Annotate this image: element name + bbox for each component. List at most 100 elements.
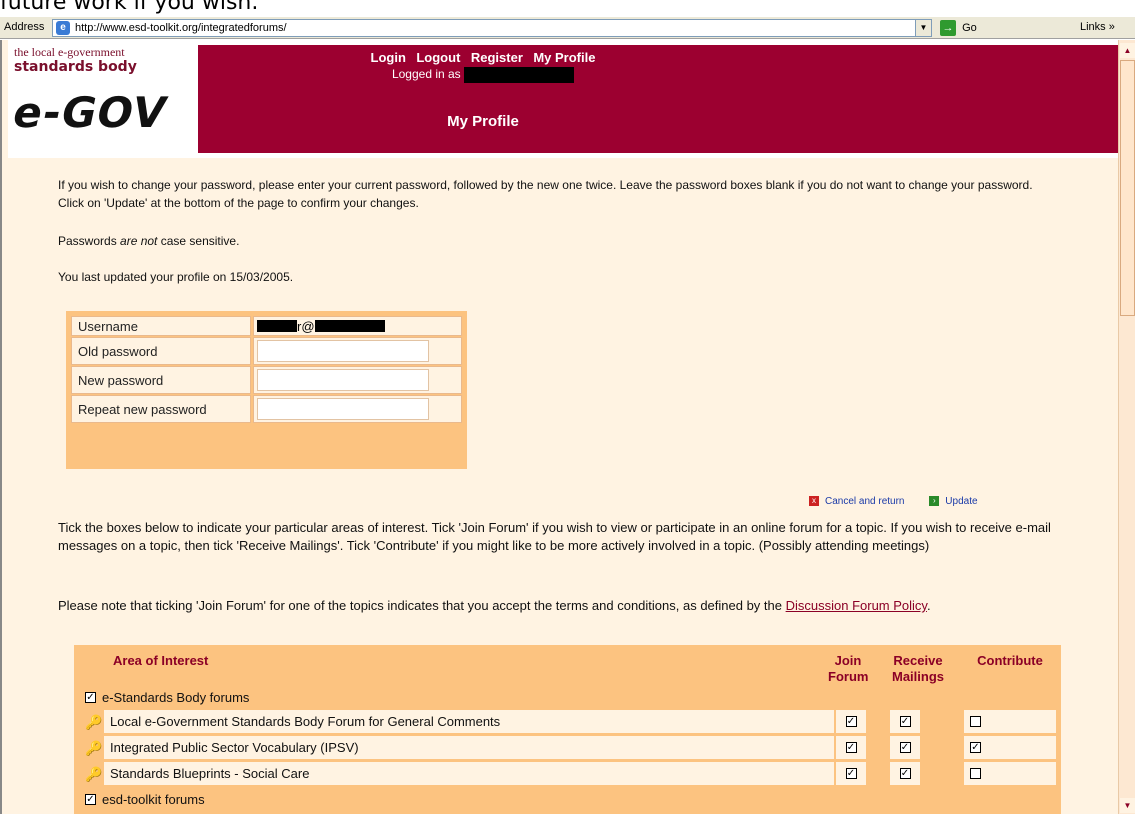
- contribute-checkbox[interactable]: [970, 716, 981, 727]
- join-forum-cell: ✓: [836, 736, 866, 759]
- group-label: e-Standards Body forums: [102, 689, 250, 705]
- case-prefix: Passwords: [58, 234, 121, 248]
- join-forum-checkbox[interactable]: ✓: [845, 742, 857, 753]
- old-password-row: Old password: [71, 337, 462, 365]
- logo-subtitle: standards body: [14, 59, 137, 75]
- old-password-field[interactable]: [257, 340, 429, 362]
- join-forum-cell: ✓: [836, 710, 866, 733]
- register-link[interactable]: Register: [471, 50, 523, 65]
- interest-label: Standards Blueprints - Social Care: [104, 762, 834, 785]
- username-label: Username: [71, 316, 251, 336]
- interest-row: 🔑 Local e-Government Standards Body Foru…: [74, 709, 1061, 734]
- go-button[interactable]: → Go: [940, 20, 977, 36]
- case-suffix: case sensitive.: [157, 234, 240, 248]
- col-receive-mailings: Receive Mailings: [886, 653, 950, 685]
- go-label: Go: [962, 22, 977, 34]
- group-row-e-standards: ✓ e-Standards Body forums: [74, 685, 1061, 709]
- site-logo[interactable]: the local e-government standards body e-…: [8, 40, 203, 158]
- header-nav: Login Logout Register My Profile: [198, 49, 768, 67]
- join-forum-checkbox[interactable]: ✓: [845, 768, 857, 779]
- vertical-scrollbar[interactable]: ▲ ▼: [1118, 40, 1135, 814]
- key-icon: 🔑: [85, 766, 103, 782]
- logged-in-label: Logged in as: [391, 67, 461, 82]
- old-password-label: Old password: [71, 337, 251, 365]
- group-checkbox[interactable]: ✓: [85, 793, 96, 805]
- username-at: r@: [297, 318, 315, 334]
- receive-mailings-checkbox[interactable]: ✓: [899, 716, 911, 727]
- scroll-up-icon[interactable]: ▲: [1120, 43, 1135, 58]
- new-password-row: New password: [71, 366, 462, 394]
- update-icon: ›: [929, 496, 940, 506]
- form-actions: x Cancel and return › Update: [809, 495, 1000, 507]
- go-arrow-icon: →: [940, 20, 956, 36]
- page-title: My Profile: [447, 113, 519, 130]
- case-emphasis: are not: [120, 234, 158, 248]
- logo-tagline: the local e-government: [14, 45, 125, 59]
- col-join-forum-line1: Join: [834, 653, 862, 668]
- col-join-forum-line2: Forum: [828, 669, 869, 684]
- links-button[interactable]: Links »: [1080, 21, 1115, 33]
- receive-mailings-checkbox[interactable]: ✓: [899, 768, 911, 779]
- logged-in-status: Logged in as: [198, 67, 768, 83]
- username-row: Username r@: [71, 316, 462, 336]
- receive-mailings-cell: ✓: [890, 762, 920, 785]
- redacted-box: [314, 320, 385, 332]
- address-url: http://www.esd-toolkit.org/integratedfor…: [75, 22, 287, 34]
- join-forum-checkbox[interactable]: ✓: [845, 716, 857, 727]
- chevron-down-icon[interactable]: ▼: [915, 20, 931, 36]
- contribute-cell: ✓: [964, 736, 1056, 759]
- case-note: Passwords are not case sensitive.: [58, 232, 239, 250]
- interest-label: Integrated Public Sector Vocabulary (IPS…: [104, 736, 834, 759]
- scroll-thumb[interactable]: [1120, 60, 1135, 316]
- tick-instructions-text: Tick the boxes below to indicate your pa…: [58, 520, 1051, 553]
- login-link[interactable]: Login: [371, 50, 406, 65]
- cancel-icon: x: [809, 496, 819, 506]
- logo-wordmark: e-GOV: [8, 88, 172, 137]
- col-receive-line2: Mailings: [891, 669, 944, 684]
- policy-note-end: .: [926, 598, 931, 613]
- credentials-table: Username r@ Old password New password Re…: [66, 311, 467, 469]
- policy-note: Please note that ticking 'Join Forum' fo…: [58, 596, 1053, 615]
- new-password-cell: [253, 366, 462, 394]
- group-checkbox[interactable]: ✓: [85, 691, 96, 703]
- page-icon: e: [56, 21, 70, 35]
- username-value: r@: [253, 316, 462, 336]
- update-button[interactable]: › Update: [929, 495, 978, 507]
- redacted-username: [464, 67, 575, 83]
- interest-row: 🔑 Integrated Public Sector Vocabulary (I…: [74, 735, 1061, 760]
- header-band: Login Logout Register My Profile Logged …: [198, 45, 1118, 153]
- join-forum-cell: ✓: [836, 762, 866, 785]
- intro-text: If you wish to change your password, ple…: [58, 178, 1033, 210]
- interest-table: Area of Interest Join Forum Receive Mail…: [74, 645, 1061, 814]
- my-profile-link[interactable]: My Profile: [533, 50, 595, 65]
- repeat-password-cell: [253, 395, 462, 423]
- receive-mailings-checkbox[interactable]: ✓: [899, 742, 911, 753]
- cancel-return-button[interactable]: x Cancel and return: [809, 496, 905, 507]
- update-label: Update: [945, 495, 978, 507]
- scroll-down-icon[interactable]: ▼: [1120, 798, 1135, 813]
- cancel-label: Cancel and return: [825, 495, 905, 507]
- address-input[interactable]: e http://www.esd-toolkit.org/integratedf…: [52, 19, 932, 37]
- policy-note-body: Please note that ticking 'Join Forum' fo…: [58, 598, 786, 613]
- col-receive-line1: Receive: [893, 653, 943, 668]
- discussion-forum-policy-link[interactable]: Discussion Forum Policy: [786, 598, 927, 613]
- new-password-field[interactable]: [257, 369, 429, 391]
- caption-text: future work if you wish.: [0, 0, 1135, 18]
- interest-label: Local e-Government Standards Body Forum …: [104, 710, 834, 733]
- address-bar: Address e http://www.esd-toolkit.org/int…: [0, 17, 1135, 39]
- repeat-password-label: Repeat new password: [71, 395, 251, 423]
- group-label: esd-toolkit forums: [102, 791, 205, 807]
- redacted-box: [257, 320, 297, 332]
- col-area-of-interest: Area of Interest: [113, 653, 209, 668]
- receive-mailings-cell: ✓: [890, 710, 920, 733]
- contribute-checkbox[interactable]: [970, 768, 981, 779]
- contribute-checkbox[interactable]: ✓: [970, 742, 981, 753]
- logout-link[interactable]: Logout: [416, 50, 460, 65]
- contribute-cell: [964, 762, 1056, 785]
- col-contribute: Contribute: [977, 653, 1043, 668]
- old-password-cell: [253, 337, 462, 365]
- new-password-label: New password: [71, 366, 251, 394]
- repeat-password-field[interactable]: [257, 398, 429, 420]
- policy-note-text: Please note that ticking 'Join Forum' fo…: [58, 596, 1053, 615]
- site-header: the local e-government standards body e-…: [8, 40, 1118, 158]
